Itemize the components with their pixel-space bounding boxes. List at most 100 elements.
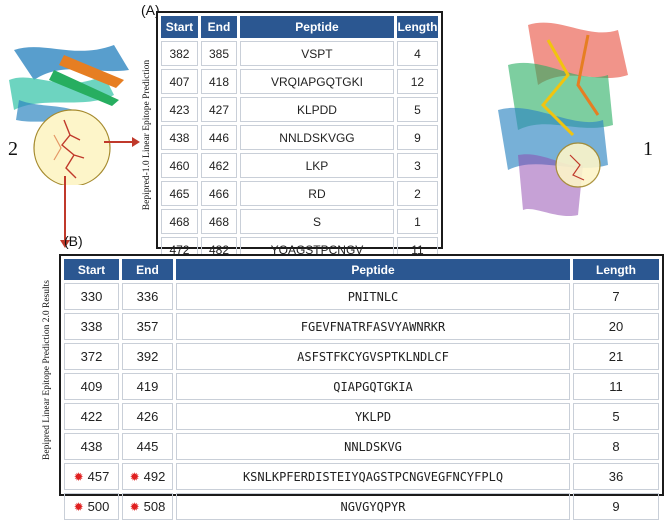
table-b-cell-start: 422	[64, 403, 119, 430]
table-a-header-peptide: Peptide	[240, 16, 394, 38]
table-row: 382 385 VSPT 4	[161, 41, 438, 66]
table-a-cell-start: 423	[161, 97, 198, 122]
table-b-length-value: 21	[608, 349, 624, 364]
arrow-head-right-icon	[132, 137, 140, 147]
table-a-header-start: Start	[161, 16, 198, 38]
table-b-end-value: 426	[136, 409, 159, 424]
table-b-cell-length: 36	[573, 463, 659, 490]
table-a-end-value: 418	[208, 74, 229, 89]
table-b-grid: Start End Peptide Length 330 336 PNITNLC 7 338 3…	[61, 256, 662, 523]
marker-star-icon: ✹	[73, 470, 84, 484]
table-b-length-value: 20	[608, 319, 624, 334]
table-b-cell-length: 20	[573, 313, 659, 340]
table-b-length-value: 8	[612, 439, 620, 454]
table-a-start-value: 465	[169, 186, 190, 201]
table-a-cell-peptide: LKP	[240, 153, 394, 178]
table-b-cell-start: 409	[64, 373, 119, 400]
table-a-length-value: 3	[414, 158, 421, 173]
table-b-cell-end: 392	[122, 343, 173, 370]
table-a-end-value: 466	[208, 186, 229, 201]
table-b-end-value: 357	[136, 319, 159, 334]
table-a-cell-start: 468	[161, 209, 198, 234]
table-b-cell-length: 5	[573, 403, 659, 430]
table-b-peptide-value: NNLDSKVG	[344, 439, 402, 454]
table-b-header-peptide: Peptide	[176, 259, 570, 280]
table-a-cell-start: 438	[161, 125, 198, 150]
table-row: 423 427 KLPDD 5	[161, 97, 438, 122]
table-b-start-value: 330	[80, 289, 103, 304]
table-a-cell-peptide: KLPDD	[240, 97, 394, 122]
table-row: 407 418 VRQIAPGQTGKI 12	[161, 69, 438, 94]
table-a-cell-peptide: VSPT	[240, 41, 394, 66]
table-b-end-value: 336	[136, 289, 159, 304]
table-a-header-row: Start End Peptide Length	[161, 16, 438, 38]
table-a-length-value: 2	[414, 186, 421, 201]
table-a-end-value: 427	[208, 102, 229, 117]
table-a-start-value: 468	[169, 214, 190, 229]
table-b-length-value: 11	[609, 379, 623, 394]
table-a-cell-length: 1	[396, 209, 438, 234]
table-a-grid: Start End Peptide Length 382 385 VSPT 4 407 418 V…	[158, 13, 441, 293]
figure-number-2: 2	[8, 138, 18, 160]
table-a-cell-end: 385	[200, 41, 238, 66]
table-a-cell-end: 468	[200, 209, 238, 234]
table-b-cell-start: 338	[64, 313, 119, 340]
table-a-peptide-value: LKP	[305, 158, 329, 173]
table-a-cell-length: 9	[396, 125, 438, 150]
table-b-end-value: 508	[143, 499, 166, 514]
marker-star-icon: ✹	[73, 500, 84, 514]
table-a-length-value: 5	[414, 102, 421, 117]
table-b-cell-peptide: NGVGYQPYR	[176, 493, 570, 520]
table-a-cell-end: 418	[200, 69, 238, 94]
table-a-peptide-value: KLPDD	[296, 102, 337, 117]
table-b-header-end: End	[122, 259, 173, 280]
table-b-cell-length: 8	[573, 433, 659, 460]
table-a-start-value: 423	[169, 102, 190, 117]
table-b-cell-start: 330	[64, 283, 119, 310]
table-row: ✹ 500 ✹ 508 NGVGYQPYR 9	[64, 493, 659, 520]
table-a-peptide-value: VSPT	[301, 46, 333, 61]
table-a-length-value: 1	[414, 214, 421, 229]
table-a-cell-start: 382	[161, 41, 198, 66]
table-a-cell-end: 446	[200, 125, 238, 150]
table-a-end-value: 446	[208, 130, 229, 145]
table-b-start-value: 372	[80, 349, 103, 364]
table-b-start-value: 457	[87, 469, 110, 484]
panel-label-b: (B)	[64, 233, 83, 249]
table-row: 372 392 ASFSTFKCYGVSPTKLNDLCF 21	[64, 343, 659, 370]
table-row: 460 462 LKP 3	[161, 153, 438, 178]
figure-number-1: 1	[643, 138, 653, 160]
table-b-body: 330 336 PNITNLC 7 338 357 FGEVFNATRFASVYAWNRKR…	[64, 283, 659, 520]
table-b-header-length: Length	[573, 259, 659, 280]
table-a-cell-peptide: S	[240, 209, 394, 234]
table-b-cell-start: 372	[64, 343, 119, 370]
table-row: 438 445 NNLDSKVG 8	[64, 433, 659, 460]
table-b-cell-end: 419	[122, 373, 173, 400]
table-a-cell-length: 3	[396, 153, 438, 178]
table-b-cell-length: 11	[573, 373, 659, 400]
table-a-cell-length: 12	[396, 69, 438, 94]
table-b-start-value: 438	[80, 439, 103, 454]
table-b-cell-length: 21	[573, 343, 659, 370]
table-b-cell-end: ✹ 492	[122, 463, 173, 490]
table-b-cell-end: 336	[122, 283, 173, 310]
table-b-start-value: 500	[87, 499, 110, 514]
arrow-to-table-a	[104, 141, 134, 143]
table-a-cell-length: 4	[396, 41, 438, 66]
marker-star-icon: ✹	[129, 470, 140, 484]
table-a-peptide-value: RD	[308, 186, 326, 201]
table-b-end-value: 419	[136, 379, 159, 394]
table-row: 468 468 S 1	[161, 209, 438, 234]
table-row: 409 419 QIAPGQTGKIA 11	[64, 373, 659, 400]
table-b-peptide-value: ASFSTFKCYGVSPTKLNDLCF	[297, 349, 449, 364]
table-a-cell-end: 462	[200, 153, 238, 178]
table-a-cell-peptide: NNLDSKVGG	[240, 125, 394, 150]
table-a-end-value: 468	[208, 214, 229, 229]
table-a-header-length: Length	[396, 16, 438, 38]
table-b-cell-peptide: FGEVFNATRFASVYAWNRKR	[176, 313, 570, 340]
table-b-cell-peptide: QIAPGQTGKIA	[176, 373, 570, 400]
table-row: 422 426 YKLPD 5	[64, 403, 659, 430]
protein-structure-zoom-image	[9, 45, 129, 185]
table-a-length-value: 4	[414, 46, 421, 61]
table-b-cell-end: 445	[122, 433, 173, 460]
